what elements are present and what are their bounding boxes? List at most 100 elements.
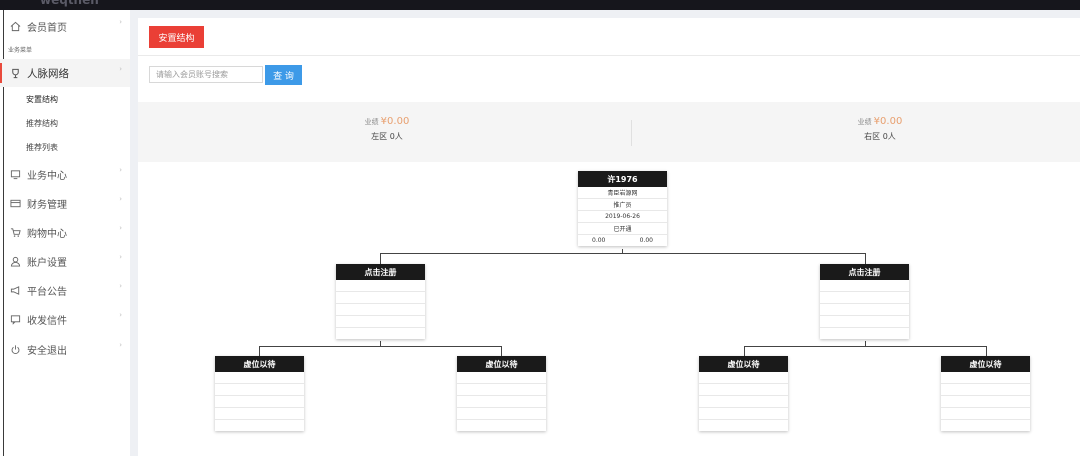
node-empty-row [457, 420, 546, 431]
node-empty-row [941, 372, 1030, 384]
chevron-icon: › [119, 166, 122, 174]
chevron-icon: › [119, 195, 122, 203]
sidebar-sub-referral[interactable]: 推荐结构 [26, 118, 58, 129]
sidebar-item-finance[interactable]: 财务管理 › [0, 189, 130, 217]
node-title: 点击注册 [820, 264, 909, 280]
sidebar-sub-referral-list[interactable]: 推荐列表 [26, 142, 58, 153]
node-empty-row [699, 408, 788, 420]
node-empty-row [941, 408, 1030, 420]
node-empty-row [820, 328, 909, 339]
chevron-icon: › [119, 341, 122, 349]
tree-node-vacant[interactable]: 虚位以待 [457, 356, 546, 431]
sidebar-item-shopping[interactable]: 购物中心 › [0, 218, 130, 246]
node-values: 0.00 0.00 [578, 235, 667, 246]
performance-stats: 业绩 ¥0.00 左区 0人 业绩 ¥0.00 右区 0人 [138, 102, 1080, 162]
node-title: 虚位以待 [215, 356, 304, 372]
node-empty-row [215, 396, 304, 408]
sidebar-item-logout[interactable]: 安全退出 › [0, 335, 130, 363]
node-empty-row [336, 316, 425, 328]
node-empty-row [215, 372, 304, 384]
zone-count: 右区 0人 [864, 132, 896, 141]
performance-label: 业绩 [857, 118, 872, 126]
tree-connector [744, 346, 745, 356]
sidebar-item-label: 业务中心 [27, 170, 67, 182]
sidebar-item-label: 会员首页 [27, 22, 67, 34]
sidebar-item-label: 财务管理 [27, 199, 67, 211]
node-empty-row [820, 292, 909, 304]
left-value: 0.00 [592, 237, 606, 244]
chevron-icon: › [119, 65, 122, 73]
node-empty-row [215, 408, 304, 420]
node-field: 2019-06-26 [578, 211, 667, 223]
node-empty-row [941, 420, 1030, 431]
tree-connector [380, 253, 381, 264]
performance-label: 业绩 [364, 118, 379, 126]
divider [138, 55, 1080, 56]
tree-node-register-left[interactable]: 点击注册 [336, 264, 425, 339]
tree-connector [986, 346, 987, 356]
home-icon [9, 20, 21, 32]
tree-connector [259, 346, 260, 356]
node-empty-row [336, 328, 425, 339]
node-field: 推广员 [578, 199, 667, 211]
tree-node-vacant[interactable]: 虚位以待 [215, 356, 304, 431]
megaphone-icon [9, 284, 21, 296]
sidebar-item-notice[interactable]: 平台公告 › [0, 276, 130, 304]
search-button[interactable]: 查 询 [265, 65, 302, 85]
sidebar-item-home[interactable]: 会员首页 › [0, 12, 130, 40]
node-empty-row [215, 420, 304, 431]
zone-count: 左区 0人 [371, 132, 403, 141]
right-zone-stat: 业绩 ¥0.00 右区 0人 [780, 116, 980, 142]
node-empty-row [941, 396, 1030, 408]
sidebar-item-business[interactable]: 业务中心 › [0, 160, 130, 188]
power-icon [9, 343, 21, 355]
sidebar-item-label: 账户设置 [27, 257, 67, 269]
sidebar: 会员首页 › 业务菜单 人脉网络 › 安置结构 推荐结构 推荐列表 业务中心 ›… [0, 10, 131, 456]
brand-logo: weqtnen [40, 0, 99, 7]
node-empty-row [457, 384, 546, 396]
tree-connector [501, 346, 502, 356]
node-empty-row [820, 316, 909, 328]
chevron-icon: › [119, 224, 122, 232]
tree-connector [259, 346, 501, 347]
tree-node-vacant[interactable]: 虚位以待 [941, 356, 1030, 431]
sidebar-item-messages[interactable]: 收发信件 › [0, 305, 130, 333]
chevron-icon: › [119, 253, 122, 261]
node-title: 许1976 [578, 171, 667, 187]
tab-placement-structure[interactable]: 安置结构 [149, 26, 204, 48]
message-icon [9, 313, 21, 325]
top-strip [138, 10, 1080, 18]
node-title: 点击注册 [336, 264, 425, 280]
cart-icon [9, 226, 21, 238]
sidebar-item-label: 安全退出 [27, 345, 67, 357]
node-empty-row [699, 396, 788, 408]
trophy-icon [9, 67, 21, 79]
search-input[interactable] [149, 66, 263, 83]
performance-value: ¥0.00 [380, 116, 410, 127]
right-value: 0.00 [639, 237, 653, 244]
node-empty-row [820, 304, 909, 316]
tree-node-vacant[interactable]: 虚位以待 [699, 356, 788, 431]
node-empty-row [699, 384, 788, 396]
chevron-icon: › [119, 311, 122, 319]
node-field: 青臣岩源网 [578, 187, 667, 199]
node-field: 已开通 [578, 223, 667, 235]
sidebar-item-account[interactable]: 账户设置 › [0, 247, 130, 275]
sidebar-item-network[interactable]: 人脉网络 › [0, 59, 130, 87]
tree-node-register-right[interactable]: 点击注册 [820, 264, 909, 339]
node-empty-row [336, 304, 425, 316]
performance-value: ¥0.00 [873, 116, 903, 127]
sidebar-item-label: 购物中心 [27, 228, 67, 240]
node-empty-row [820, 280, 909, 292]
left-zone-stat: 业绩 ¥0.00 左区 0人 [287, 116, 487, 142]
tree-connector [380, 253, 865, 254]
tree-node-root[interactable]: 许1976 青臣岩源网 推广员 2019-06-26 已开通 0.00 0.00 [578, 171, 667, 246]
node-empty-row [457, 396, 546, 408]
sidebar-sub-placement[interactable]: 安置结构 [26, 94, 58, 105]
node-title: 虚位以待 [941, 356, 1030, 372]
node-title: 虚位以待 [457, 356, 546, 372]
node-empty-row [941, 384, 1030, 396]
tree-connector [744, 346, 986, 347]
node-empty-row [457, 372, 546, 384]
card-icon [9, 197, 21, 209]
